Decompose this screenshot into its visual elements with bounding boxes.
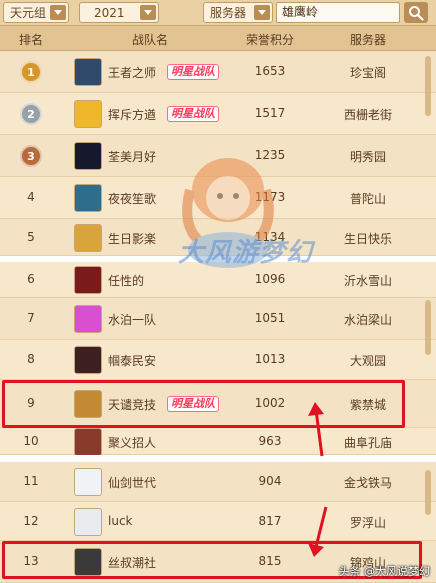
col-rank-header: 排名 (18, 33, 43, 47)
team-avatar (74, 266, 102, 294)
team-avatar (74, 142, 102, 170)
team-avatar (74, 223, 102, 252)
field-dropdown[interactable]: 服务器 (203, 2, 273, 23)
team-avatar (74, 346, 102, 374)
rank-number: 6 (27, 272, 35, 286)
rank-number: 3 (27, 149, 35, 163)
table-row[interactable]: 12 luck 817 罗浮山 (0, 502, 436, 541)
arrow-down-icon (308, 506, 328, 557)
team-avatar (74, 468, 102, 496)
server-name: 珍宝阁 (349, 66, 386, 80)
col-team-header: 战队名 (131, 33, 168, 47)
team-name[interactable]: 帼泰民安 (108, 352, 156, 369)
table-row[interactable]: 1 王者之师 明星战队 1653 珍宝阁 (0, 51, 436, 93)
star-team-badge: 明星战队 (167, 64, 219, 80)
rank-number: 10 (23, 433, 39, 448)
team-name[interactable]: 生日影楽 (108, 230, 156, 247)
server-name: 金戈铁马 (343, 476, 392, 490)
team-avatar (74, 507, 102, 536)
rank-number: 11 (23, 474, 39, 488)
server-name: 大观园 (349, 354, 386, 368)
highlight-box (2, 380, 405, 428)
team-name[interactable]: 水泊一队 (108, 311, 156, 328)
table-header: 排名 战队名 荣誉积分 服务器 (0, 26, 436, 51)
team-name[interactable]: 荃美月好 (108, 148, 156, 165)
rank-number: 2 (27, 107, 35, 121)
team-name[interactable]: luck (108, 514, 133, 528)
server-name: 水泊梁山 (343, 313, 392, 327)
honor-points: 1051 (254, 311, 286, 325)
screenshot-divider (0, 455, 436, 462)
honor-points: 1653 (254, 64, 286, 78)
table-row[interactable]: 7 水泊一队 1051 水泊梁山 (0, 298, 436, 340)
star-team-badge: 明星战队 (167, 106, 219, 122)
team-name[interactable]: 聚义招人 (108, 434, 156, 451)
rank-medal-icon: 3 (20, 145, 42, 167)
server-name: 沂水雪山 (343, 274, 392, 288)
rank-number: 8 (27, 352, 35, 366)
chevron-down-icon (254, 5, 270, 20)
honor-points: 1517 (254, 106, 286, 120)
team-name[interactable]: 夜夜笙歌 (108, 190, 156, 207)
table-row[interactable]: 10 聚义招人 963 曲阜孔庙 (0, 427, 436, 456)
watermark-text: 大风游梦幻 (178, 238, 314, 268)
rank-medal-icon: 2 (20, 103, 42, 125)
year-dropdown-value: 2021 (94, 5, 125, 20)
server-name: 生日快乐 (343, 231, 392, 246)
team-avatar (74, 427, 102, 456)
chevron-down-icon (50, 5, 66, 20)
search-icon (409, 6, 424, 21)
server-name: 明秀园 (349, 150, 386, 164)
col-points-header: 荣誉积分 (245, 33, 294, 47)
group-dropdown-value: 天元组 (10, 6, 47, 20)
table-row[interactable]: 2 挥斥方遒 明星战队 1517 西栅老街 (0, 93, 436, 135)
table-row[interactable]: 8 帼泰民安 1013 大观园 (0, 340, 436, 380)
honor-points: 1013 (254, 352, 286, 366)
team-avatar (74, 305, 102, 333)
year-dropdown[interactable]: 2021 (79, 2, 159, 23)
footer-watermark: 头条 @大风说梦幻 (338, 565, 431, 578)
server-name: 西栅老街 (343, 108, 392, 122)
honor-points: 904 (258, 474, 282, 488)
team-name[interactable]: 任性的 (108, 272, 144, 289)
group-dropdown[interactable]: 天元组 (3, 2, 69, 23)
search-input[interactable]: 雄鹰岭 (276, 2, 400, 23)
rank-number: 12 (23, 513, 39, 528)
filter-bar: 天元组 2021 服务器 雄鹰岭 (0, 0, 436, 26)
col-server-header: 服务器 (349, 33, 386, 47)
scrollbar[interactable] (425, 300, 431, 355)
rank-number: 1 (27, 65, 35, 79)
arrow-up-icon (308, 402, 324, 457)
server-name: 普陀山 (349, 192, 386, 206)
table-row[interactable]: 11 仙剑世代 904 金戈铁马 (0, 462, 436, 502)
team-name[interactable]: 仙剑世代 (108, 474, 156, 491)
rank-medal-icon: 1 (20, 61, 42, 83)
rank-number: 7 (27, 311, 35, 325)
scrollbar[interactable] (425, 56, 431, 116)
chevron-down-icon (140, 5, 156, 20)
scrollbar[interactable] (425, 470, 431, 515)
search-button[interactable] (404, 2, 428, 23)
team-name[interactable]: 挥斥方遒 (108, 106, 156, 123)
rank-number: 4 (27, 190, 35, 204)
rank-number: 5 (27, 229, 35, 244)
team-avatar (74, 100, 102, 128)
team-avatar (74, 184, 102, 212)
field-dropdown-value: 服务器 (210, 6, 247, 20)
team-avatar (74, 58, 102, 86)
team-name[interactable]: 王者之师 (108, 64, 156, 81)
